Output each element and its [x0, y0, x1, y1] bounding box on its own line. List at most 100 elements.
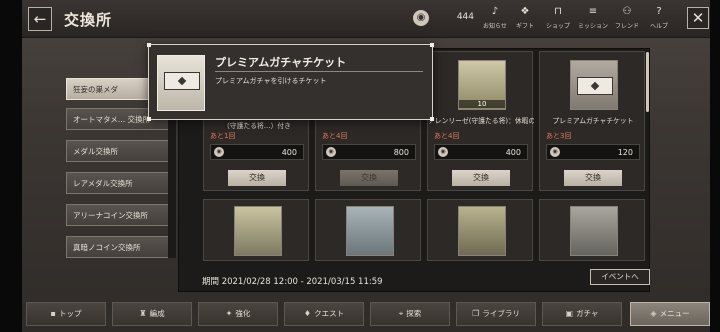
item-image: 10 — [458, 60, 506, 110]
sidebar-item-arena-coin[interactable]: アリーナコイン交換所 — [66, 204, 172, 226]
gift-button[interactable]: ❖ ギフト — [510, 6, 540, 34]
left-frame — [0, 0, 22, 332]
item-name: プレミアムガチャチケット — [552, 117, 634, 125]
page-title: 交換所 — [64, 11, 113, 29]
tooltip-corner — [430, 117, 434, 121]
tooltip-corner — [147, 117, 151, 121]
help-button[interactable]: ? ヘルプ — [644, 6, 674, 34]
nav-label: 強化 — [235, 309, 251, 318]
item-image — [458, 206, 506, 256]
sidebar-item-dark-coin[interactable]: 真暗ノコイン交換所 — [66, 236, 172, 258]
formation-icon: ♜ — [139, 309, 147, 318]
mission-icon: ≡ — [588, 6, 598, 17]
price-value: 120 — [617, 148, 633, 157]
shop-icon: ⊓ — [554, 6, 562, 17]
exchange-button[interactable]: 交換 — [340, 170, 398, 186]
nav-label: ライブラリ — [482, 309, 520, 318]
exchange-card[interactable] — [427, 199, 533, 261]
sidebar-item-label: アリーナコイン交換所 — [73, 210, 148, 220]
exchange-card[interactable] — [203, 199, 309, 261]
ticket-image — [157, 55, 205, 111]
nav-label: 編成 — [149, 309, 165, 318]
nav-label: 探索 — [406, 309, 422, 318]
gacha-icon: ▣ — [565, 309, 574, 318]
currency-count: 444 — [456, 12, 474, 22]
library-icon: ❐ — [472, 309, 480, 318]
nav-quest[interactable]: ♦ クエスト — [284, 302, 364, 326]
coin-icon: ◉ — [438, 147, 448, 157]
coin-icon: ◉ — [413, 10, 429, 26]
price-value: 800 — [393, 148, 409, 157]
nav-menu[interactable]: ◈ メニュー — [630, 302, 710, 326]
exchange-card[interactable]: 10 アレンリーゼ(守護たる将)：休暇の書 あと4回 ◉ 400 交換 — [427, 51, 534, 191]
notice-label: お知らせ — [483, 23, 507, 30]
exchange-button[interactable]: 交換 — [564, 170, 622, 186]
exchange-card[interactable]: プレミアムガチャチケット あと3回 ◉ 120 交換 — [539, 51, 645, 191]
gift-label: ギフト — [515, 23, 534, 30]
exchange-card[interactable] — [539, 199, 645, 261]
sidebar-item-label: メダル交換所 — [73, 146, 118, 156]
exchange-button[interactable]: 交換 — [228, 170, 286, 186]
remaining-count: あと1回 — [210, 132, 236, 140]
tooltip-description: プレミアムガチャを引けるチケット — [215, 77, 327, 85]
sidebar-item-label: オートマタメ… 交換所 — [73, 114, 151, 124]
tooltip-divider — [215, 71, 423, 72]
item-count-badge: 10 — [459, 100, 505, 108]
nav-formation[interactable]: ♜ 編成 — [112, 302, 192, 326]
remaining-count: あと4回 — [434, 132, 460, 140]
shop-label: ショップ — [545, 23, 570, 30]
mission-label: ミッション — [578, 23, 609, 30]
quest-icon: ♦ — [303, 309, 312, 318]
scrollbar[interactable] — [646, 52, 649, 112]
mission-button[interactable]: ≡ ミッション — [578, 6, 608, 34]
friend-icon: ⚇ — [622, 6, 632, 17]
item-name: アレンリーゼ(守護たる将)：休暇の書 — [428, 117, 534, 125]
nav-library[interactable]: ❐ ライブラリ — [456, 302, 536, 326]
sidebar-item-label: 狂妄の巣メダ — [73, 84, 118, 94]
item-name: （守護たる将…）付き — [223, 122, 291, 130]
nav-top[interactable]: ▪ トップ — [26, 302, 106, 326]
nav-label: トップ — [58, 309, 82, 318]
right-frame — [710, 0, 720, 332]
tooltip-title: プレミアムガチャチケット — [215, 56, 347, 69]
price-display: ◉ 800 — [322, 144, 416, 160]
bottom-navigation: ▪ トップ ♜ 編成 ✦ 強化 ♦ クエスト ⌖ 探索 ❐ ライブラリ ▣ ガチャ ◈ メニュー — [26, 302, 710, 328]
price-display: ◉ 400 — [434, 144, 528, 160]
sidebar-item-label: 真暗ノコイン交換所 — [73, 242, 141, 252]
shop-button[interactable]: ⊓ ショップ — [543, 6, 573, 34]
price-value: 400 — [281, 148, 297, 157]
price-value: 400 — [505, 148, 521, 157]
ticket-icon — [577, 77, 613, 95]
friend-button[interactable]: ⚇ フレンド — [612, 6, 642, 34]
sidebar-item-medal[interactable]: メダル交換所 — [66, 140, 172, 162]
event-period: 期間 2021/02/28 12:00 - 2021/03/15 11:59 — [202, 277, 383, 287]
exchange-button[interactable]: 交換 — [452, 170, 510, 186]
menu-icon: ◈ — [650, 309, 657, 318]
notice-button[interactable]: ♪ お知らせ — [480, 6, 510, 34]
coin-icon: ◉ — [214, 147, 224, 157]
ticket-icon — [164, 72, 200, 90]
nav-upgrade[interactable]: ✦ 強化 — [198, 302, 278, 326]
sidebar-item-rare-medal[interactable]: レアメダル交換所 — [66, 172, 172, 194]
nav-explore[interactable]: ⌖ 探索 — [370, 302, 450, 326]
nav-label: クエスト — [314, 309, 345, 318]
item-image — [570, 206, 618, 256]
nav-label: メニュー — [659, 309, 690, 318]
back-button[interactable]: ← — [28, 7, 52, 31]
price-display: ◉ 120 — [546, 144, 640, 160]
friend-label: フレンド — [614, 23, 639, 30]
go-to-event-button[interactable]: イベントへ — [590, 269, 650, 285]
top-icon: ▪ — [50, 309, 56, 318]
remaining-count: あと4回 — [322, 132, 348, 140]
item-image — [234, 206, 282, 256]
nav-gacha[interactable]: ▣ ガチャ — [542, 302, 622, 326]
bell-icon: ♪ — [491, 6, 499, 17]
close-icon: ✕ — [691, 9, 705, 27]
help-label: ヘルプ — [649, 23, 668, 30]
close-button[interactable]: ✕ — [687, 7, 709, 29]
header-bar: ← 交換所 ◉ 444 ♪ お知らせ ❖ ギフト ⊓ ショップ ≡ ミッション … — [22, 0, 710, 38]
gift-icon: ❖ — [520, 6, 530, 17]
remaining-count: あと3回 — [546, 132, 572, 140]
help-icon: ? — [656, 6, 662, 17]
exchange-card[interactable] — [315, 199, 421, 261]
